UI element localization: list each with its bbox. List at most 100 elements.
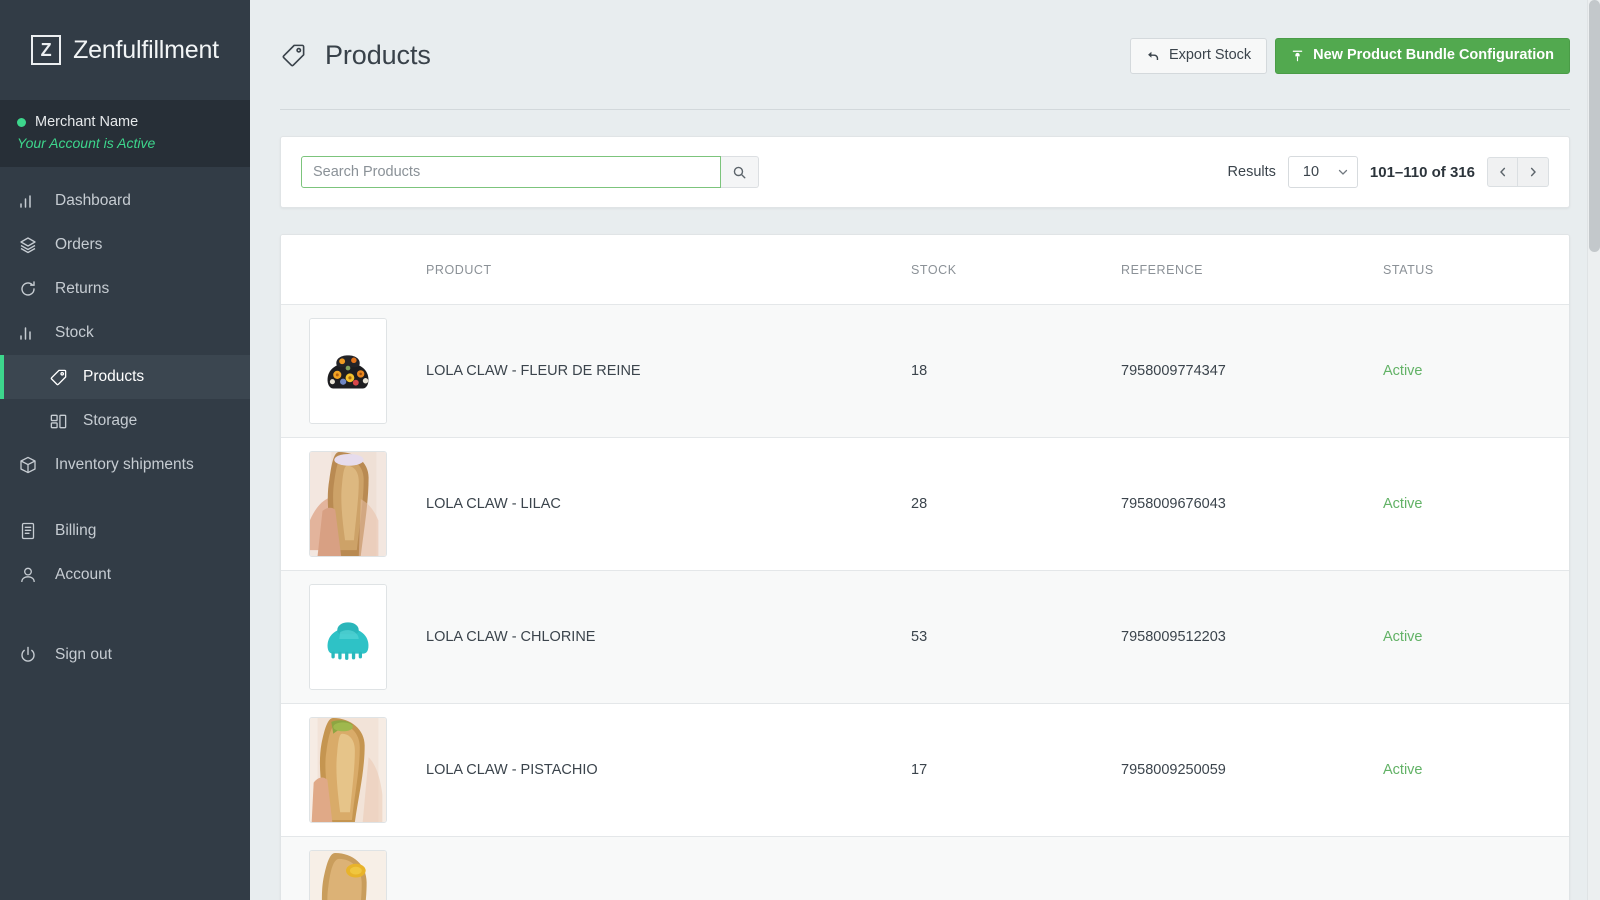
page-scrollbar[interactable] [1587,0,1600,900]
sidebar-item-products[interactable]: Products [0,355,250,399]
product-name [426,837,911,900]
search-input[interactable] [301,156,721,188]
sidebar-item-stock[interactable]: Stock [0,311,250,355]
model-lilac-clip-thumb [309,451,387,557]
merchant-name: Merchant Name [35,114,138,130]
bar-chart-icon [17,190,39,212]
export-stock-button[interactable]: Export Stock [1130,38,1267,74]
power-icon [17,644,39,666]
nav-spacer [0,597,250,633]
results-per-page-select[interactable]: 10 [1288,156,1358,188]
sidebar-item-label: Products [83,368,144,386]
product-name: LOLA CLAW - LILAC [426,438,911,571]
sidebar-item-storage[interactable]: Storage [0,399,250,443]
layout-icon [47,410,69,432]
product-name: LOLA CLAW - FLEUR DE REINE [426,305,911,438]
tag-icon [47,366,69,388]
scrollbar-thumb[interactable] [1589,0,1600,252]
status-badge: Active [1383,571,1569,704]
floral-hair-claw-thumb [309,318,387,424]
sidebar-item-billing[interactable]: Billing [0,509,250,553]
status-badge: Active [1383,438,1569,571]
model-yellow-clip-thumb [309,850,387,900]
column-header-status: STATUS [1383,235,1569,305]
column-header-thumb [281,235,426,305]
sidebar-item-label: Dashboard [55,192,131,210]
sidebar-item-dashboard[interactable]: Dashboard [0,179,250,223]
document-icon [17,520,39,542]
product-thumbnail-cell [281,704,426,837]
table-head: PRODUCT STOCK REFERENCE STATUS [281,235,1569,305]
table-row[interactable] [281,837,1569,900]
products-table: PRODUCT STOCK REFERENCE STATUS [281,235,1569,900]
status-badge: Active [1383,704,1569,837]
search-button[interactable] [721,156,759,188]
product-thumbnail-cell [281,571,426,704]
pin-icon [1291,49,1304,63]
status-badge: Active [1383,305,1569,438]
product-thumbnail-cell [281,305,426,438]
sidebar-item-label: Account [55,566,111,584]
table-row[interactable]: LOLA CLAW - LILAC 28 7958009676043 Activ… [281,438,1569,571]
sidebar-item-sign-out[interactable]: Sign out [0,633,250,677]
page-title: Products [325,40,431,71]
table-row[interactable]: LOLA CLAW - CHLORINE 53 7958009512203 Ac… [281,571,1569,704]
product-stock: 18 [911,305,1121,438]
product-stock [911,837,1121,900]
new-product-bundle-button[interactable]: New Product Bundle Configuration [1275,38,1570,74]
sidebar-item-label: Orders [55,236,102,254]
sidebar-item-label: Inventory shipments [55,456,194,474]
layers-icon [17,234,39,256]
main-content: Products Export Stock [250,0,1600,900]
results-per-page-wrap: 10 [1288,156,1358,188]
product-stock: 28 [911,438,1121,571]
table-row[interactable]: LOLA CLAW - FLEUR DE REINE 18 7958009774… [281,305,1569,438]
product-name: LOLA CLAW - CHLORINE [426,571,911,704]
teal-hair-claw-thumb [309,584,387,690]
page-header: Products Export Stock [250,0,1600,110]
sidebar-item-returns[interactable]: Returns [0,267,250,311]
page-nav-buttons [1487,157,1549,187]
pagination-controls: Results 10 101–110 of 316 [1228,156,1549,188]
tag-icon [280,42,307,69]
toolbar-card: Results 10 101–110 of 316 [280,136,1570,208]
column-header-reference: REFERENCE [1121,235,1383,305]
sidebar-item-inventory-shipments[interactable]: Inventory shipments [0,443,250,487]
sidebar-item-label: Stock [55,324,94,342]
merchant-status: Your Account is Active [17,135,250,151]
arrow-back-icon [1146,49,1160,63]
app-root: Z Zenfulfillment Merchant Name Your Acco… [0,0,1600,900]
column-header-stock: STOCK [911,235,1121,305]
product-thumbnail-cell [281,837,426,900]
box-icon [17,454,39,476]
previous-page-button[interactable] [1487,157,1518,187]
brand-name: Zenfulfillment [73,36,219,65]
sidebar-item-label: Storage [83,412,137,430]
status-dot-icon [17,118,26,127]
nav-spacer [0,487,250,509]
product-name: LOLA CLAW - PISTACHIO [426,704,911,837]
sidebar-item-label: Returns [55,280,109,298]
chevron-right-icon [1527,166,1539,178]
next-page-button[interactable] [1518,157,1549,187]
product-stock: 17 [911,704,1121,837]
chevron-left-icon [1497,166,1509,178]
table-row[interactable]: LOLA CLAW - PISTACHIO 17 7958009250059 A… [281,704,1569,837]
export-stock-label: Export Stock [1169,48,1251,64]
search-icon [732,165,747,180]
zenfulfillment-logo-icon: Z [31,35,61,65]
sidebar: Z Zenfulfillment Merchant Name Your Acco… [0,0,250,900]
new-product-bundle-label: New Product Bundle Configuration [1313,48,1554,64]
sidebar-item-label: Sign out [55,646,112,664]
user-icon [17,564,39,586]
sidebar-nav: Dashboard Orders Returns [0,167,250,900]
status-badge [1383,837,1569,900]
sidebar-item-orders[interactable]: Orders [0,223,250,267]
sidebar-item-account[interactable]: Account [0,553,250,597]
product-reference: 7958009774347 [1121,305,1383,438]
product-reference: 7958009676043 [1121,438,1383,571]
brand-header[interactable]: Z Zenfulfillment [0,0,250,100]
refresh-icon [17,278,39,300]
product-stock: 53 [911,571,1121,704]
table-header-row: PRODUCT STOCK REFERENCE STATUS [281,235,1569,305]
